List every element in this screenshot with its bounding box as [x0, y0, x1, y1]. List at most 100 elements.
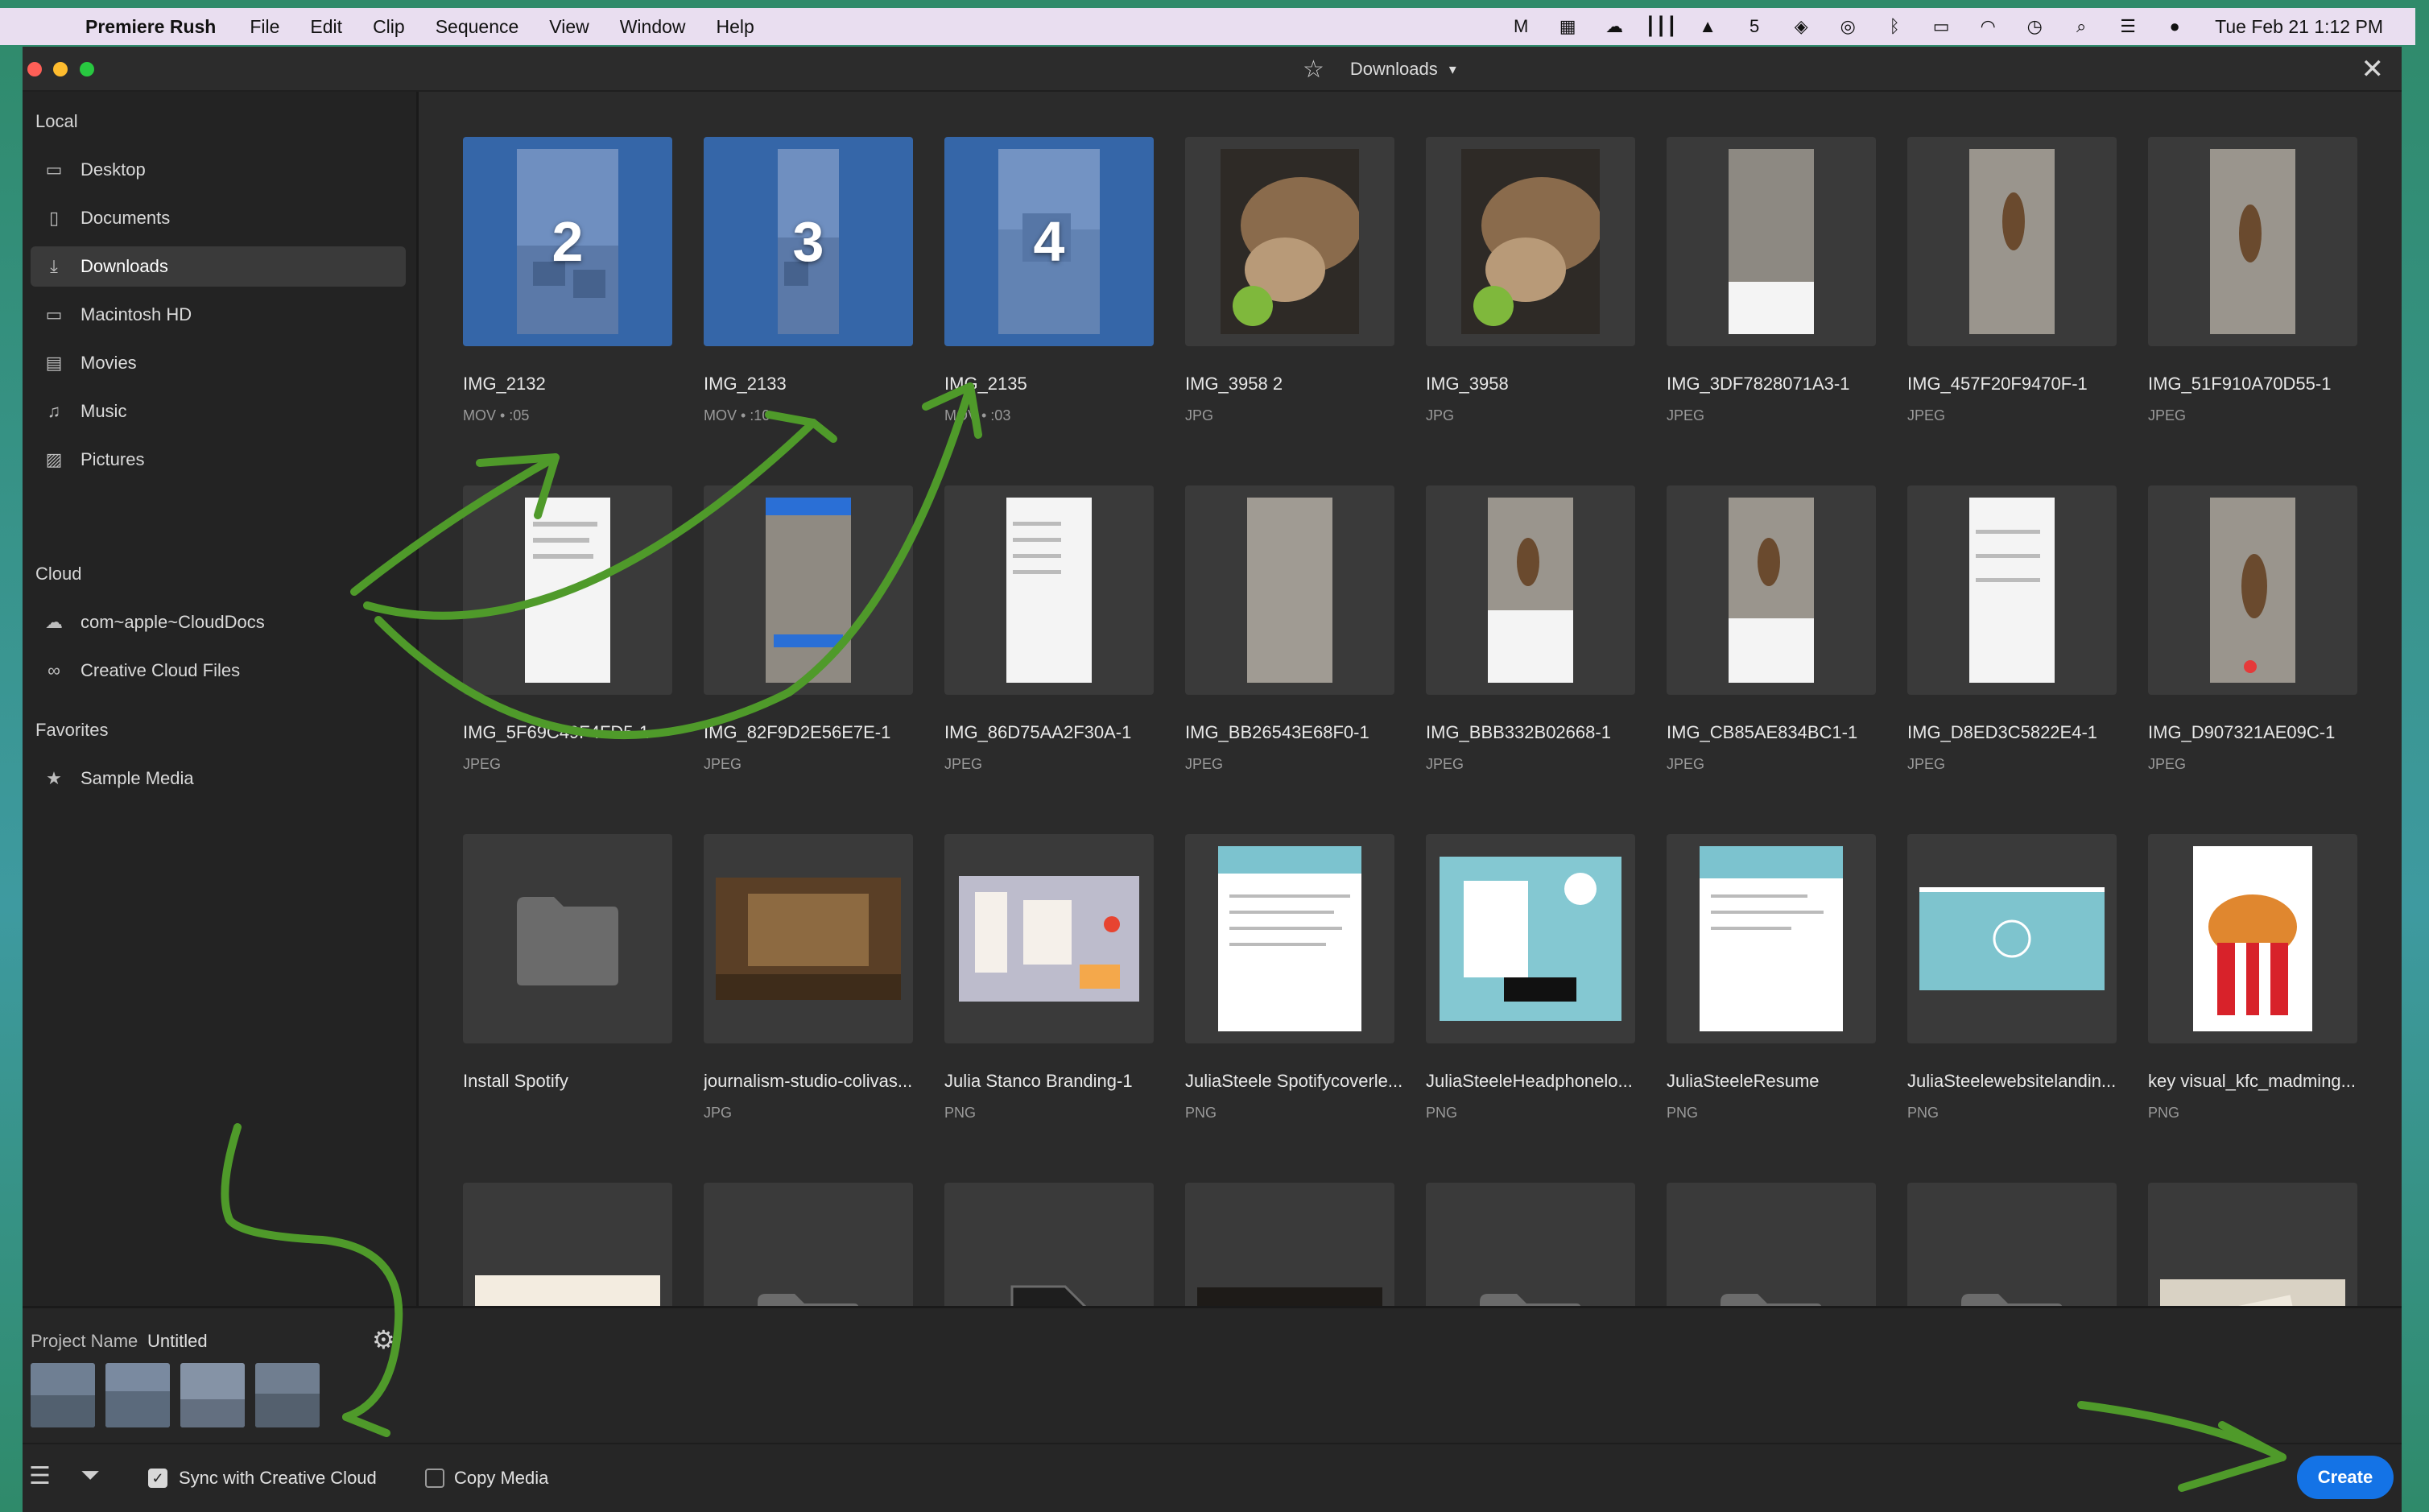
thumbnail[interactable]	[944, 485, 1154, 695]
copy-media-checkbox[interactable]	[425, 1469, 444, 1488]
thumbnail[interactable]	[2148, 137, 2357, 346]
file-tile[interactable]: 3 IMG_2133 MOV • :10	[704, 137, 945, 424]
sidebar-item-sample-media[interactable]: ★ Sample Media	[31, 758, 406, 799]
filter-icon[interactable]: ⏷	[81, 1462, 100, 1489]
audio-icon[interactable]: ┃┃┃	[1645, 16, 1677, 37]
create-button[interactable]: Create	[2297, 1456, 2394, 1499]
malwarebytes-icon[interactable]: M	[1510, 16, 1532, 37]
file-tile[interactable]: journalism-studio-colivas... JPG	[704, 834, 945, 1122]
spotlight-icon[interactable]: ⌕	[2070, 16, 2092, 37]
zoom-window-button[interactable]	[80, 62, 94, 76]
menu-clip[interactable]: Clip	[373, 16, 405, 38]
bluetooth-icon[interactable]: ᛒ	[1883, 16, 1906, 37]
file-tile[interactable]: IMG_3958 2 JPG	[1185, 137, 1427, 424]
app5-icon[interactable]: 5	[1743, 16, 1766, 37]
file-tile[interactable]: Julia Stanco Branding-1 PNG	[944, 834, 1186, 1122]
thumbnail[interactable]	[1426, 485, 1635, 695]
menu-sequence[interactable]: Sequence	[436, 16, 519, 38]
location-picker[interactable]: ☆ Downloads ▾	[1303, 55, 1456, 84]
airdrop-icon[interactable]: ◎	[1836, 16, 1859, 37]
file-tile[interactable]: IMG_D907321AE09C-1 JPEG	[2148, 485, 2390, 773]
selected-clip-thumbnail[interactable]	[105, 1363, 170, 1427]
time-machine-icon[interactable]: ◷	[2023, 16, 2046, 37]
sidebar-item-pictures[interactable]: ▨ Pictures	[31, 440, 406, 480]
file-tile[interactable]: IMG_5F69C49F4FD5-1 JPEG	[463, 485, 704, 773]
close-icon[interactable]: ✕	[2361, 53, 2385, 85]
gear-icon[interactable]: ⚙	[372, 1324, 395, 1355]
sidebar-item-downloads[interactable]: ⤓ Downloads	[31, 246, 406, 287]
menu-clock[interactable]: Tue Feb 21 1:12 PM	[2215, 16, 2383, 38]
menu-window[interactable]: Window	[620, 16, 686, 38]
file-tile[interactable]: IMG_BBB332B02668-1 JPEG	[1426, 485, 1667, 773]
menu-view[interactable]: View	[549, 16, 589, 38]
thumbnail[interactable]	[1185, 485, 1394, 695]
file-tile[interactable]: IMG_457F20F9470F-1 JPEG	[1907, 137, 2149, 424]
thumbnail[interactable]	[1185, 137, 1394, 346]
thumbnail[interactable]	[1907, 137, 2117, 346]
box-icon[interactable]: ▦	[1556, 16, 1579, 37]
minimize-window-button[interactable]	[53, 62, 68, 76]
dropbox-icon[interactable]: ◈	[1790, 16, 1812, 37]
thumbnail[interactable]	[1185, 834, 1394, 1043]
sidebar-item-music[interactable]: ♫ Music	[31, 391, 406, 432]
thumbnail[interactable]	[704, 834, 913, 1043]
wifi-icon[interactable]: ◠	[1977, 16, 1999, 37]
thumbnail[interactable]	[944, 834, 1154, 1043]
app-menu[interactable]: Premiere Rush	[85, 16, 216, 38]
sidebar-item-macintosh-hd[interactable]: ▭ Macintosh HD	[31, 295, 406, 335]
selected-clip-thumbnail[interactable]	[180, 1363, 245, 1427]
file-tile[interactable]: IMG_BB26543E68F0-1 JPEG	[1185, 485, 1427, 773]
thumbnail[interactable]	[1667, 834, 1876, 1043]
menu-help[interactable]: Help	[717, 16, 754, 38]
file-tile[interactable]: IMG_51F910A70D55-1 JPEG	[2148, 137, 2390, 424]
file-tile[interactable]: 4 IMG_2135 MOV • :03	[944, 137, 1186, 424]
thumbnail[interactable]	[1907, 485, 2117, 695]
sidebar-item-creative-cloud-files[interactable]: ∞ Creative Cloud Files	[31, 651, 406, 691]
thumbnail[interactable]: 3	[704, 137, 913, 346]
file-tile[interactable]: JuliaSteele Spotifycoverle... PNG	[1185, 834, 1427, 1122]
file-tile[interactable]: JuliaSteeleHeadphonelo... PNG	[1426, 834, 1667, 1122]
thumbnail[interactable]	[1426, 834, 1635, 1043]
file-tile[interactable]: Install Spotify	[463, 834, 704, 1105]
menu-file[interactable]: File	[250, 16, 279, 38]
phone-screenshot-image	[1488, 498, 1573, 683]
drive-icon[interactable]: ▲	[1696, 16, 1719, 37]
thumbnail[interactable]	[1667, 137, 1876, 346]
close-window-button[interactable]	[27, 62, 42, 76]
battery-icon[interactable]: ▭	[1930, 16, 1952, 37]
file-tile[interactable]: IMG_3DF7828071A3-1 JPEG	[1667, 137, 1908, 424]
thumbnail[interactable]	[2148, 485, 2357, 695]
file-tile[interactable]: IMG_82F9D2E56E7E-1 JPEG	[704, 485, 945, 773]
file-tile[interactable]: IMG_3958 JPG	[1426, 137, 1667, 424]
control-center-icon[interactable]: ☰	[2117, 16, 2139, 37]
thumbnail[interactable]	[2148, 834, 2357, 1043]
file-tile[interactable]: key visual_kfc_madming... PNG	[2148, 834, 2390, 1122]
creative-cloud-icon[interactable]: ☁	[1603, 16, 1626, 37]
sidebar-item-clouddocs[interactable]: ☁ com~apple~CloudDocs	[31, 602, 406, 642]
thumbnail[interactable]	[1907, 834, 2117, 1043]
file-tile[interactable]: IMG_CB85AE834BC1-1 JPEG	[1667, 485, 1908, 773]
thumbnail[interactable]	[463, 834, 672, 1043]
thumbnail[interactable]: 4	[944, 137, 1154, 346]
selected-clip-thumbnail[interactable]	[255, 1363, 320, 1427]
siri-icon[interactable]: ●	[2163, 16, 2186, 37]
thumbnail[interactable]	[1426, 137, 1635, 346]
sidebar-item-movies[interactable]: ▤ Movies	[31, 343, 406, 383]
thumbnail[interactable]	[463, 485, 672, 695]
thumbnail[interactable]: 2	[463, 137, 672, 346]
list-view-icon[interactable]: ☰	[29, 1462, 51, 1490]
project-name-field[interactable]: Untitled	[147, 1331, 208, 1352]
file-tile[interactable]: JuliaSteeleResume PNG	[1667, 834, 1908, 1122]
thumbnail[interactable]	[704, 485, 913, 695]
sidebar-item-documents[interactable]: ▯ Documents	[31, 198, 406, 238]
file-tile[interactable]: 2 IMG_2132 MOV • :05	[463, 137, 704, 424]
file-tile[interactable]: JuliaSteelewebsitelandin... PNG	[1907, 834, 2149, 1122]
file-tile[interactable]: IMG_86D75AA2F30A-1 JPEG	[944, 485, 1186, 773]
sync-checkbox[interactable]: ✓	[148, 1469, 167, 1488]
selected-clip-thumbnail[interactable]	[31, 1363, 95, 1427]
thumbnail[interactable]	[1667, 485, 1876, 695]
file-tile[interactable]: IMG_D8ED3C5822E4-1 JPEG	[1907, 485, 2149, 773]
sidebar-item-desktop[interactable]: ▭ Desktop	[31, 150, 406, 190]
favorite-star-icon[interactable]: ☆	[1303, 56, 1324, 84]
menu-edit[interactable]: Edit	[310, 16, 342, 38]
